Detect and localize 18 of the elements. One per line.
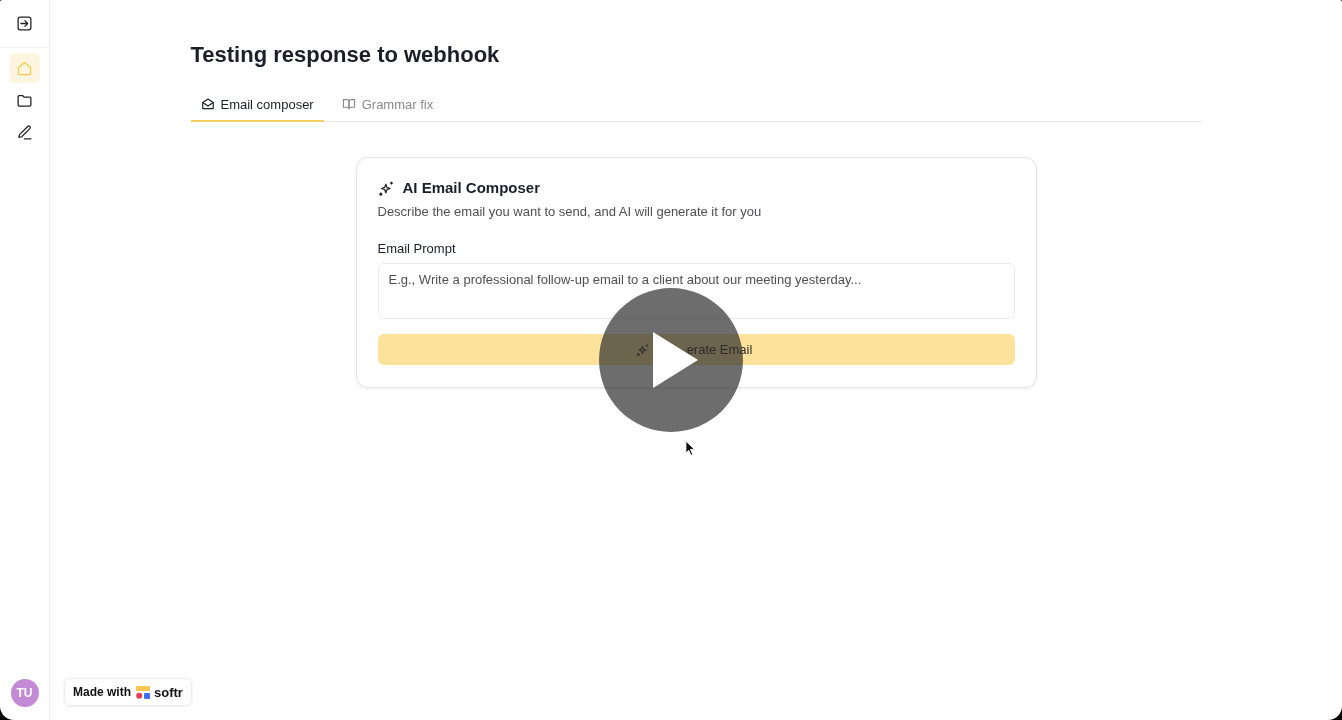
book-icon: [341, 97, 356, 111]
page-title: Testing response to webhook: [190, 41, 501, 69]
tab[interactable]: Email composer: [190, 88, 324, 122]
brand-logo-icon: [136, 685, 150, 699]
badge-text: Made with: [73, 685, 131, 699]
sparkles-icon: [377, 179, 395, 197]
home-icon: [16, 59, 33, 77]
tab[interactable]: Grammar fix: [331, 88, 444, 122]
brand-name: softr: [154, 684, 183, 700]
pen-icon: [16, 123, 33, 141]
field-label: Email Prompt: [377, 240, 457, 258]
prompt-input-field[interactable]: E.g., Write a professional follow-up email to a client about our meeting yesterday...: [377, 263, 1015, 319]
card-title: AI Email Composer: [402, 178, 541, 198]
envelope-icon: [200, 97, 215, 111]
sparkles-icon: [635, 342, 650, 357]
mouse-pointer-icon: [685, 440, 696, 457]
made-with-badge[interactable]: Made with softr: [64, 678, 192, 706]
card-description: Describe the email you want to send, and AI will generate it for you: [377, 203, 763, 221]
